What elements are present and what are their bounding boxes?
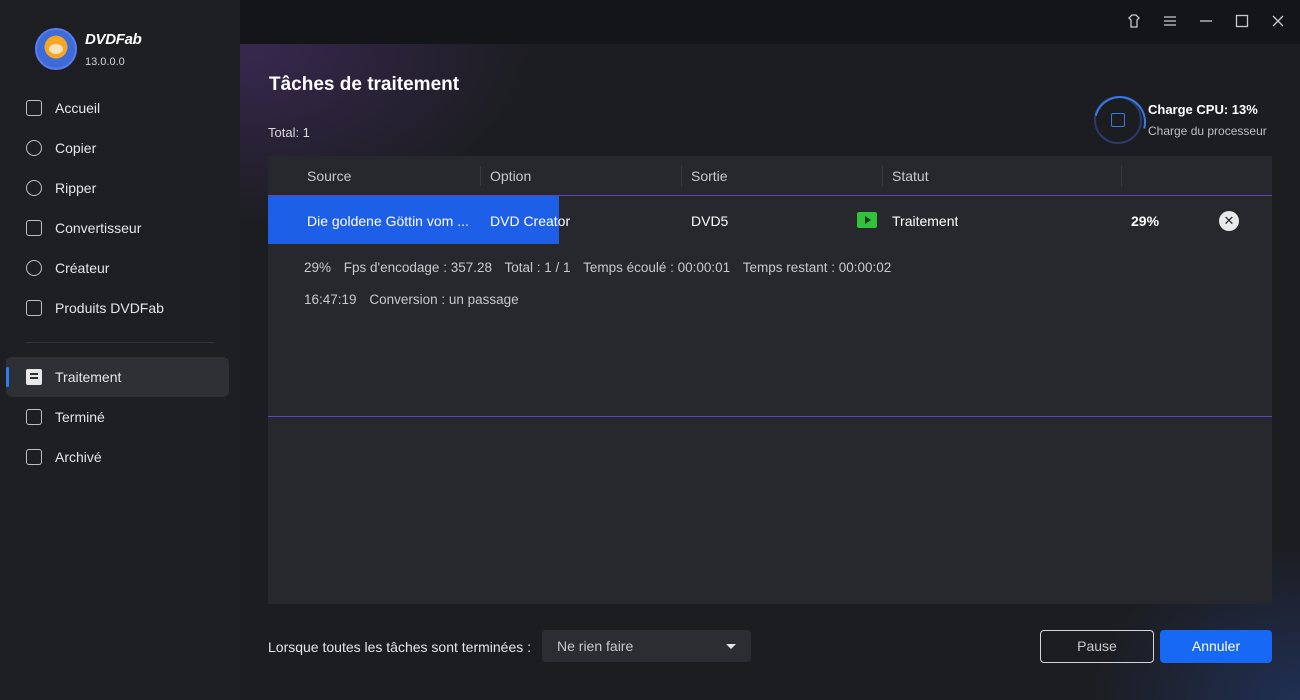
pause-button[interactable]: Pause (1040, 630, 1154, 663)
sidebar-item-copier[interactable]: Copier (0, 128, 240, 168)
sidebar-item-termine[interactable]: Terminé (0, 397, 240, 437)
disc-icon (26, 260, 42, 276)
table-row[interactable]: Die goldene Göttin vom ... DVD Creator D… (268, 196, 1272, 244)
sidebar-item-label: Ripper (55, 180, 97, 196)
task-progress-percent: 29% (1131, 213, 1160, 229)
cancel-button[interactable]: Annuler (1160, 630, 1272, 663)
sidebar-item-label: Archivé (55, 449, 102, 465)
detail-elapsed: Temps écoulé : 00:00:01 (583, 260, 731, 275)
column-divider (1121, 166, 1122, 186)
page-title: Tâches de traitement (269, 74, 460, 95)
film-icon (26, 220, 42, 236)
task-details: 29% Fps d'encodage : 357.28 Total : 1 / … (268, 244, 1272, 417)
app-logo: DVDFab 13.0.0.0 (35, 28, 142, 70)
task-source: Die goldene Göttin vom ... (307, 213, 469, 229)
log-time: 16:47:19 (304, 292, 357, 307)
home-icon (26, 100, 42, 116)
column-divider (882, 166, 883, 186)
cpu-load-sub: Charge du processeur (1148, 124, 1267, 138)
task-total: Total: 1 (268, 125, 310, 140)
sidebar: DVDFab 13.0.0.0 Accueil Copier Ripper Co… (0, 0, 240, 700)
column-divider (480, 166, 481, 186)
theme-icon[interactable] (1125, 13, 1143, 31)
table-header: Source Option Sortie Statut (268, 156, 1272, 196)
sidebar-divider (26, 342, 214, 343)
sidebar-item-archive[interactable]: Archivé (0, 437, 240, 477)
chevron-down-icon (726, 644, 736, 649)
on-complete-label: Lorsque toutes les tâches sont terminées… (268, 639, 532, 655)
cpu-gauge (1094, 96, 1142, 144)
sidebar-item-label: Accueil (55, 100, 101, 116)
processing-icon (26, 369, 42, 385)
status-play-icon (857, 212, 877, 228)
task-output: DVD5 (691, 213, 729, 229)
ripper-icon (26, 180, 42, 196)
titlebar (240, 0, 1300, 44)
detail-remaining: Temps restant : 00:00:02 (742, 260, 892, 275)
sidebar-item-label: Convertisseur (55, 220, 142, 236)
column-header-option: Option (490, 168, 532, 184)
minimize-icon[interactable] (1197, 13, 1215, 31)
menu-icon[interactable] (1161, 13, 1179, 31)
task-status: Traitement (892, 213, 959, 229)
on-complete-value: Ne rien faire (557, 638, 634, 654)
sidebar-item-produits[interactable]: Produits DVDFab (0, 288, 240, 328)
sidebar-item-createur[interactable]: Créateur (0, 248, 240, 288)
detail-percent: 29% (304, 260, 332, 275)
sidebar-item-label: Créateur (55, 260, 110, 276)
sidebar-item-ripper[interactable]: Ripper (0, 168, 240, 208)
column-header-source: Source (307, 168, 352, 184)
column-header-sortie: Sortie (691, 168, 728, 184)
products-icon (26, 300, 42, 316)
sidebar-item-label: Terminé (55, 409, 105, 425)
close-window-icon[interactable] (1269, 13, 1287, 31)
sidebar-item-accueil[interactable]: Accueil (0, 88, 240, 128)
dvdfab-logo-icon (35, 28, 77, 70)
task-panel: Source Option Sortie Statut Die goldene … (268, 156, 1272, 604)
detail-total: Total : 1 / 1 (504, 260, 571, 275)
cpu-chip-icon (1111, 113, 1125, 127)
brand-name: DVDFab (85, 30, 142, 48)
task-log-line: 16:47:19 Conversion : un passage (304, 292, 528, 307)
log-text: Conversion : un passage (369, 292, 519, 307)
sidebar-item-traitement[interactable]: Traitement (6, 357, 229, 397)
copy-disc-icon (26, 140, 42, 156)
sidebar-item-label: Produits DVDFab (55, 300, 164, 316)
column-header-statut: Statut (892, 168, 929, 184)
completed-icon (26, 409, 42, 425)
sidebar-nav: Accueil Copier Ripper Convertisseur Créa… (0, 88, 240, 477)
main-content: Tâches de traitement Total: 1 Charge CPU… (240, 44, 1300, 700)
column-divider (681, 166, 682, 186)
sidebar-item-label: Copier (55, 140, 97, 156)
sidebar-item-convertisseur[interactable]: Convertisseur (0, 208, 240, 248)
remove-task-button[interactable]: ✕ (1219, 211, 1239, 231)
task-option: DVD Creator (490, 213, 571, 229)
task-detail-line: 29% Fps d'encodage : 357.28 Total : 1 / … (304, 260, 900, 275)
archive-icon (26, 449, 42, 465)
cpu-load-label: Charge CPU: 13% (1148, 102, 1258, 117)
on-complete-select[interactable]: Ne rien faire (542, 630, 751, 662)
sidebar-item-label: Traitement (55, 369, 122, 385)
detail-fps: Fps d'encodage : 357.28 (343, 260, 492, 275)
cpu-load-widget: Charge CPU: 13% Charge du processeur (1094, 96, 1267, 144)
app-version: 13.0.0.0 (85, 55, 125, 68)
maximize-icon[interactable] (1233, 13, 1251, 31)
